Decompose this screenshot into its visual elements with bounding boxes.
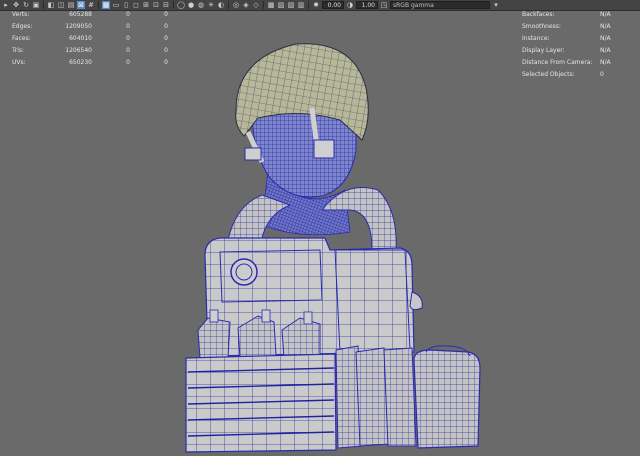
hud-row-verts: Verts: 605288 0 0: [12, 11, 168, 18]
poly-count-hud: Verts: 605288 0 0 Edges: 1209050 0 0 Fac…: [12, 9, 168, 69]
helmet-strap-buckle: [313, 139, 335, 159]
hud-row-display-layer: Display Layer: N/A: [522, 47, 611, 54]
hud-row-tris: Tris: 1206540 0 0: [12, 47, 168, 54]
side-clip: [409, 291, 423, 311]
hud-row-faces: Faces: 604010 0 0: [12, 35, 168, 42]
object-details-hud: Backfaces: N/A Smoothness: N/A Instance:…: [522, 9, 611, 81]
side-cummerbund: [334, 249, 411, 353]
hud-row-distance: Distance From Camera: N/A: [522, 59, 611, 66]
hud-row-backfaces: Backfaces: N/A: [522, 11, 611, 18]
side-pouch: [383, 347, 417, 447]
patch-ring: [230, 258, 258, 286]
hud-row-instance: Instance: N/A: [522, 35, 611, 42]
hud-row-edges: Edges: 1209050 0 0: [12, 23, 168, 30]
helmet-strap-buckle: [244, 147, 262, 161]
rounded-pouch: [413, 349, 481, 449]
hud-row-uvs: UVs: 650230 0 0: [12, 59, 168, 66]
hud-row-smoothness: Smoothness: N/A: [522, 23, 611, 30]
hud-row-selected-objects: Selected Objects: 0: [522, 71, 604, 78]
maya-viewport[interactable]: ▸ ✥ ↻ ▣ ◧ ◫ ▤ ⊠ # ▦ ▭ ▯ ◻ ⊞ ⊡ ⊟ ◯ ● ◍ ☀ …: [0, 0, 640, 456]
